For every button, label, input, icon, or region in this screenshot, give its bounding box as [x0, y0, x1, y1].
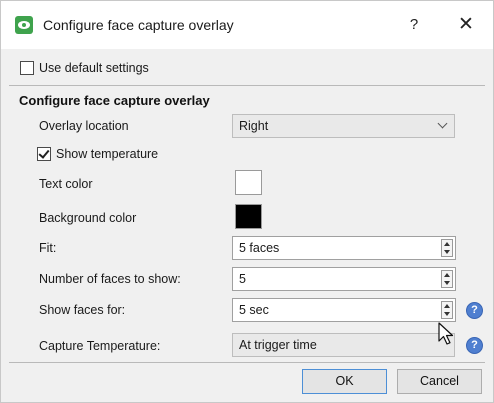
help-button[interactable]: ?	[401, 12, 427, 38]
show-faces-for-spinbox[interactable]: 5 sec	[232, 298, 456, 322]
faces-to-show-label: Number of faces to show:	[39, 272, 181, 286]
show-temperature-checkbox[interactable]	[37, 147, 51, 161]
divider-bottom	[9, 362, 485, 363]
faces-to-show-value: 5	[239, 272, 246, 286]
fit-spinbox[interactable]: 5 faces	[232, 236, 456, 260]
chevron-down-icon	[437, 118, 448, 129]
text-color-swatch[interactable]	[235, 170, 262, 195]
overlay-location-label: Overlay location	[39, 119, 129, 133]
group-title: Configure face capture overlay	[19, 93, 210, 108]
fit-label: Fit:	[39, 241, 57, 255]
spin-arrows-icon[interactable]	[441, 270, 453, 288]
close-button[interactable]: ✕	[453, 12, 479, 38]
configure-face-capture-dialog: Configure face capture overlay ? ✕ Use d…	[0, 0, 494, 403]
show-faces-for-value: 5 sec	[239, 303, 269, 317]
cancel-button[interactable]: Cancel	[397, 369, 482, 394]
text-color-label: Text color	[39, 177, 93, 191]
use-default-settings-label[interactable]: Use default settings	[39, 61, 149, 75]
mouse-pointer-icon	[438, 322, 454, 345]
faces-to-show-spinbox[interactable]: 5	[232, 267, 456, 291]
spin-arrows-icon[interactable]	[441, 301, 453, 319]
show-temperature-label[interactable]: Show temperature	[56, 147, 158, 161]
capture-temperature-info-icon[interactable]: ?	[466, 337, 483, 354]
capture-temperature-value: At trigger time	[239, 338, 317, 352]
show-faces-for-label: Show faces for:	[39, 303, 126, 317]
use-default-settings-checkbox[interactable]	[20, 61, 34, 75]
window-title: Configure face capture overlay	[43, 17, 234, 33]
capture-temperature-dropdown[interactable]: At trigger time	[232, 333, 455, 357]
divider-top	[9, 85, 485, 86]
ok-button[interactable]: OK	[302, 369, 387, 394]
app-eye-icon	[15, 16, 33, 34]
title-bar[interactable]: Configure face capture overlay ? ✕	[1, 1, 493, 49]
show-faces-for-info-icon[interactable]: ?	[466, 302, 483, 319]
fit-value: 5 faces	[239, 241, 280, 255]
capture-temperature-label: Capture Temperature:	[39, 339, 161, 353]
overlay-location-dropdown[interactable]: Right	[232, 114, 455, 138]
background-color-swatch[interactable]	[235, 204, 262, 229]
background-color-label: Background color	[39, 211, 137, 225]
overlay-location-value: Right	[239, 119, 269, 133]
spin-arrows-icon[interactable]	[441, 239, 453, 257]
